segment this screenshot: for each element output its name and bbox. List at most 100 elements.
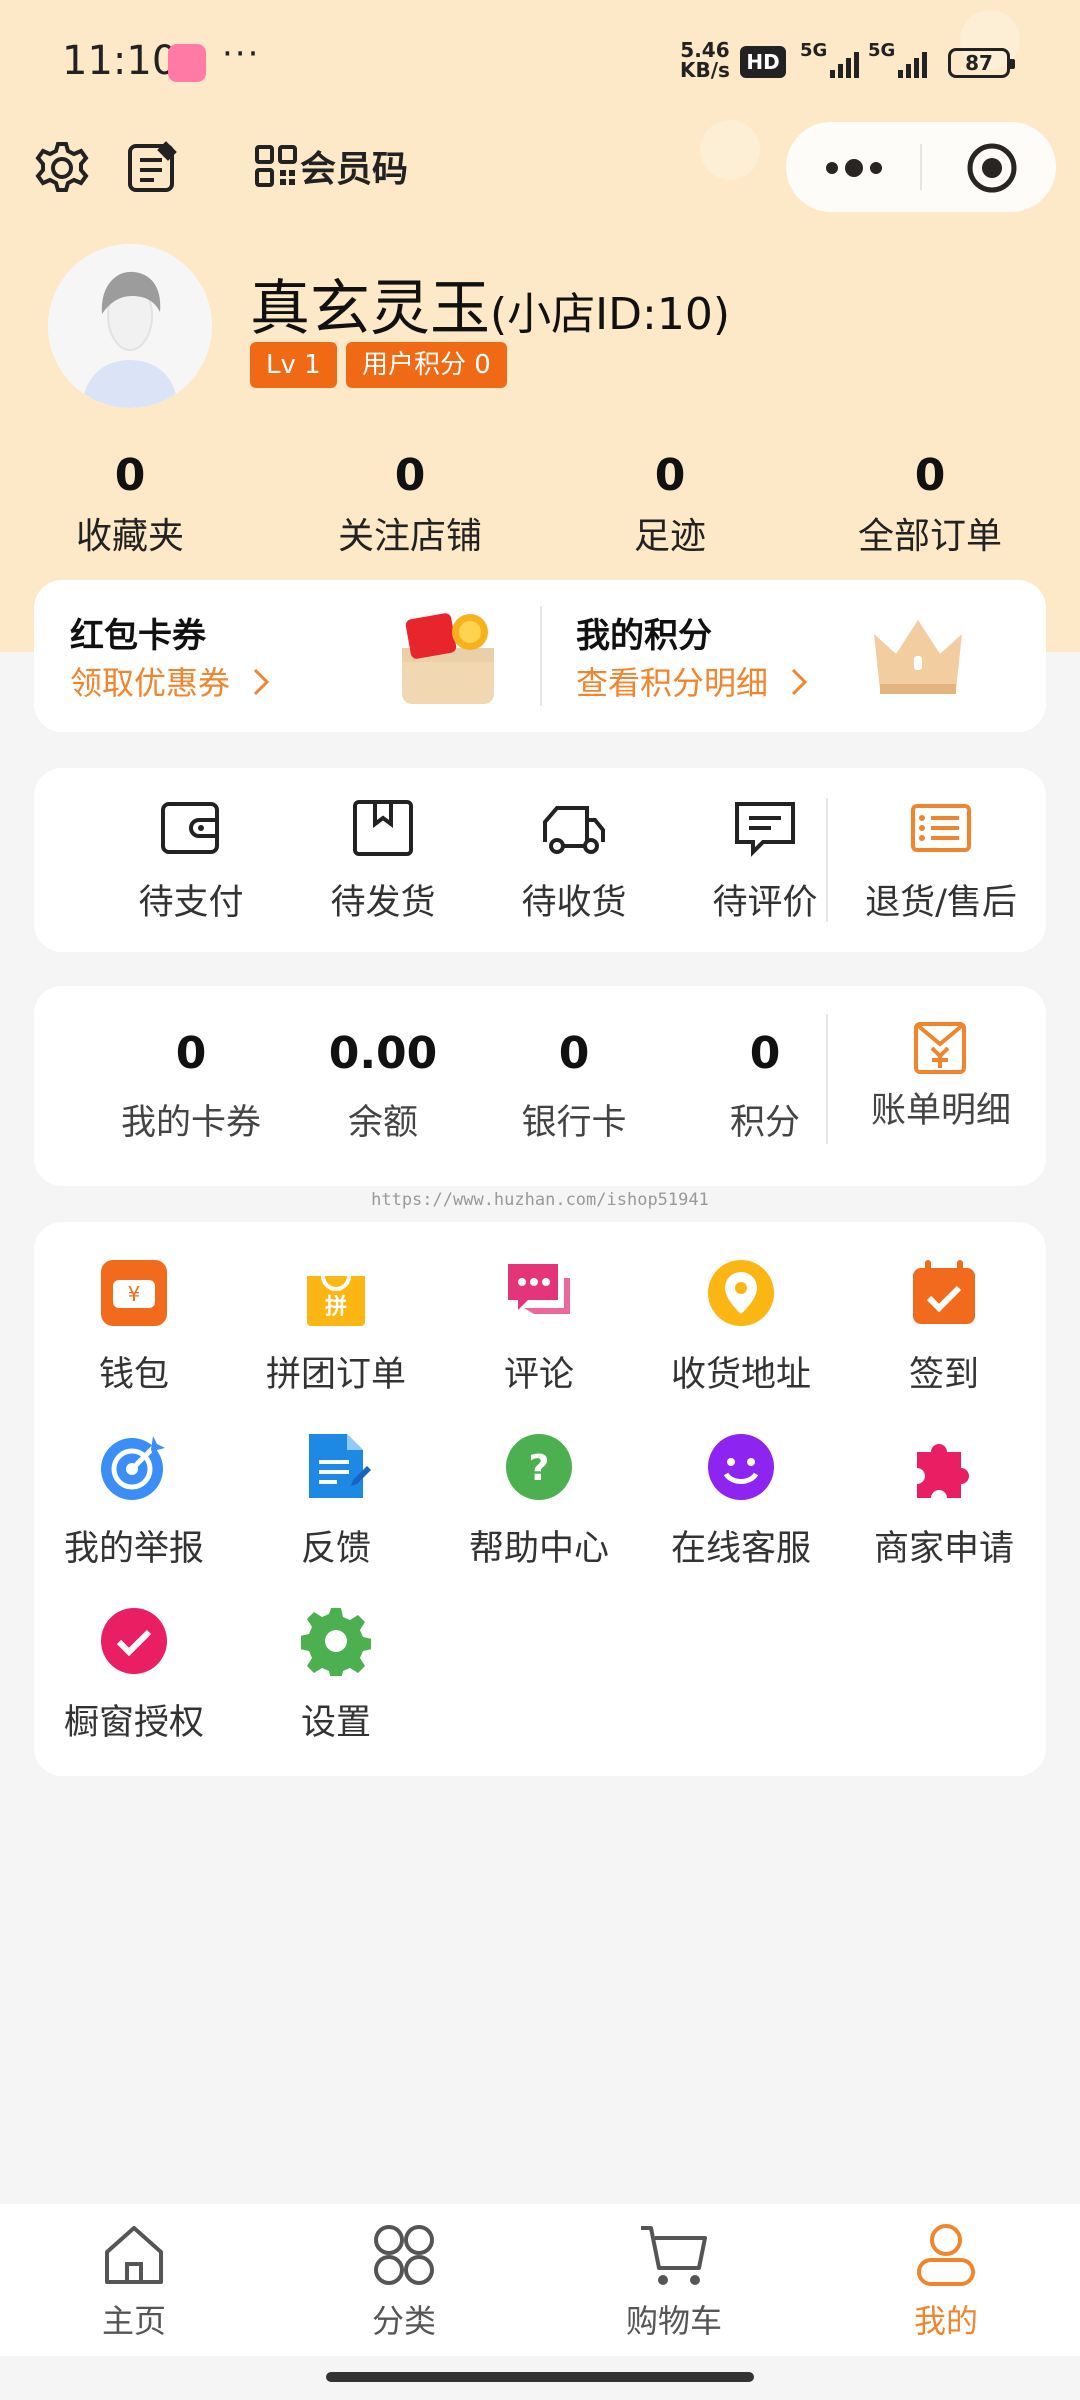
status-time: 11:10 <box>62 38 178 84</box>
calendar-check-icon <box>913 1260 975 1324</box>
asset-value: 0 <box>749 1028 781 1079</box>
list-icon <box>911 804 971 852</box>
service-check-in[interactable]: 签到 <box>844 1258 1044 1397</box>
member-code-button[interactable]: 会员码 <box>254 140 408 192</box>
asset-points[interactable]: 0 积分 <box>670 986 860 1186</box>
asset-value: 0 <box>558 1028 590 1079</box>
category-icon <box>374 2225 434 2285</box>
stat-favorites[interactable]: 0 收藏夹 <box>30 450 230 559</box>
stat-value: 0 <box>914 450 946 501</box>
service-label: 设置 <box>300 1703 371 1743</box>
tab-home[interactable]: 主页 <box>34 2222 234 2342</box>
order-label: 待收货 <box>521 883 627 923</box>
tab-mine[interactable]: 我的 <box>846 2222 1046 2342</box>
user-icon <box>917 2224 975 2286</box>
stat-label: 收藏夹 <box>75 516 184 557</box>
service-wallet[interactable]: ¥ 钱包 <box>34 1258 234 1397</box>
orders-card: 待支付 待发货 待收货 待评价 退货/售后 <box>34 768 1046 952</box>
asset-value: 0.00 <box>328 1028 438 1079</box>
service-label: 帮助中心 <box>468 1529 609 1569</box>
settings-gear-icon[interactable] <box>32 138 92 202</box>
comment-icon <box>508 1264 570 1314</box>
edit-note-icon[interactable] <box>124 136 184 200</box>
svg-text:?: ? <box>529 1448 550 1489</box>
service-group-buy[interactable]: 拼 拼团订单 <box>236 1258 436 1397</box>
comment-icon <box>735 802 795 857</box>
service-help-center[interactable]: ? 帮助中心 <box>439 1432 639 1571</box>
close-miniapp-icon[interactable] <box>966 142 1018 198</box>
tab-cart[interactable]: 购物车 <box>574 2222 774 2342</box>
asset-label: 银行卡 <box>521 1103 627 1143</box>
coupon-title: 红包卡券 <box>70 616 206 656</box>
hd-voice-icon: HD <box>740 46 786 78</box>
asset-label: 积分 <box>729 1103 800 1143</box>
tab-label: 分类 <box>371 2302 436 2340</box>
svg-text:拼: 拼 <box>325 1294 347 1320</box>
tab-label: 我的 <box>913 2302 978 2340</box>
assets-divider <box>826 1014 828 1144</box>
order-pending-receipt[interactable]: 待收货 <box>479 768 669 952</box>
coupon-entry[interactable]: 红包卡券 领取优惠券 <box>34 580 539 732</box>
customer-service-icon <box>708 1434 774 1500</box>
stat-all-orders[interactable]: 0 全部订单 <box>830 450 1030 559</box>
order-label: 待评价 <box>712 883 818 923</box>
order-pending-shipment[interactable]: 待发货 <box>288 768 478 952</box>
signal1-label: 5G <box>800 40 828 61</box>
asset-label: 余额 <box>347 1103 418 1143</box>
stat-label: 关注店铺 <box>337 516 482 557</box>
points-entry[interactable]: 我的积分 查看积分明细 <box>542 580 1046 732</box>
battery-icon: 87 <box>948 48 1015 78</box>
bill-icon <box>914 1022 966 1074</box>
wallet-icon: ¥ <box>101 1260 167 1326</box>
shop-id: (小店ID:10) <box>490 289 731 340</box>
service-comments[interactable]: 评论 <box>439 1258 639 1397</box>
service-feedback[interactable]: 反馈 <box>236 1432 436 1571</box>
member-code-label: 会员码 <box>300 149 409 190</box>
assets-card: 0 我的卡券 0.00 余额 0 银行卡 0 积分 账单明细 <box>34 986 1046 1186</box>
service-label: 商家申请 <box>873 1529 1014 1569</box>
service-customer-service[interactable]: 在线客服 <box>641 1432 841 1571</box>
asset-value: 0 <box>175 1028 207 1079</box>
avatar[interactable] <box>48 244 212 408</box>
services-card: ¥ 钱包 拼 拼团订单 评论 收货地址 签到 我的举报 反馈 ? 帮助中心 在线… <box>34 1222 1046 1776</box>
service-merchant-apply[interactable]: 商家申请 <box>844 1432 1044 1571</box>
signal2-bars-icon <box>898 48 927 78</box>
qr-code-icon <box>255 145 297 187</box>
asset-balance[interactable]: 0.00 余额 <box>288 986 478 1186</box>
svg-text:¥: ¥ <box>128 1282 141 1306</box>
service-label: 评论 <box>503 1355 574 1395</box>
asset-bank-cards[interactable]: 0 银行卡 <box>479 986 669 1186</box>
asset-coupons[interactable]: 0 我的卡券 <box>96 986 286 1186</box>
target-icon <box>101 1436 165 1500</box>
red-packet-icon <box>402 613 494 704</box>
group-buy-icon: 拼 <box>307 1275 365 1326</box>
order-returns[interactable]: 退货/售后 <box>846 768 1036 952</box>
coupon-link: 领取优惠券 <box>70 658 272 704</box>
points-link-label: 查看积分明细 <box>576 664 769 702</box>
wallet-icon <box>161 802 219 854</box>
stat-footprints[interactable]: 0 足迹 <box>570 450 770 559</box>
service-report[interactable]: 我的举报 <box>34 1432 234 1571</box>
signal1-bars-icon <box>830 48 859 78</box>
crown-icon <box>874 620 962 694</box>
order-pending-review[interactable]: 待评价 <box>670 768 860 952</box>
decor-circle <box>700 120 760 180</box>
bill-details[interactable]: 账单明细 <box>846 986 1036 1186</box>
tab-category[interactable]: 分类 <box>304 2222 504 2342</box>
service-settings[interactable]: 设置 <box>236 1606 436 1745</box>
home-indicator[interactable] <box>326 2372 754 2382</box>
stat-followed-shops[interactable]: 0 关注店铺 <box>310 450 510 559</box>
miniapp-capsule <box>786 122 1056 212</box>
location-icon <box>708 1260 774 1326</box>
asset-label: 我的卡券 <box>120 1103 261 1143</box>
capsule-divider <box>920 144 922 190</box>
more-options-icon[interactable] <box>824 148 884 192</box>
service-address[interactable]: 收货地址 <box>641 1258 841 1397</box>
net-speed-value: 5.46 <box>680 38 730 62</box>
feedback-icon <box>309 1434 371 1498</box>
order-pending-payment[interactable]: 待支付 <box>96 768 286 952</box>
signal2-label: 5G <box>868 40 896 61</box>
gear-icon <box>300 1608 372 1680</box>
more-notifications-icon: ··· <box>222 34 261 74</box>
service-showcase-auth[interactable]: 橱窗授权 <box>34 1606 234 1745</box>
